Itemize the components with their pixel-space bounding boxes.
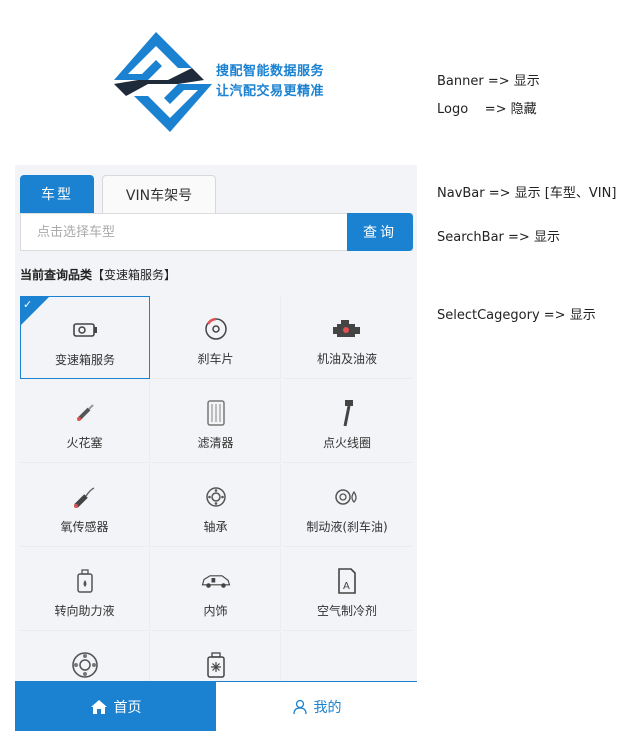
bearing-icon (201, 482, 231, 512)
car-interior-icon (201, 566, 231, 596)
wheel-bearing-icon (70, 650, 100, 680)
current-category-label: 当前查询品类 (20, 268, 93, 282)
home-icon (90, 700, 107, 714)
category-label: 内饰 (203, 604, 228, 618)
note-searchbar: SearchBar => 显示 (437, 230, 560, 245)
category-label: 转向助力液 (54, 604, 115, 618)
category-interior[interactable]: 内饰 (151, 548, 281, 631)
brake-fluid-icon (332, 482, 362, 512)
note-navbar: NavBar => 显示 [车型、VIN] (437, 186, 617, 201)
current-category-value: 【变速箱服务】 (92, 268, 177, 282)
category-label: 火花塞 (66, 436, 103, 450)
brake-disc-icon (201, 314, 231, 344)
category-label: 空气制冷剂 (316, 604, 377, 618)
nav-home[interactable]: 首页 (15, 682, 216, 731)
slogan-line-1: 搜配智能数据服务 (216, 64, 325, 79)
ignition-coil-icon (332, 398, 362, 428)
category-transmission[interactable]: ✓ 变速箱服务 (20, 296, 150, 379)
note-banner: Banner => 显示 (437, 74, 540, 89)
nav-mine-label: 我的 (313, 700, 342, 716)
category-brake-fluid[interactable]: 制动液(刹车油) (282, 464, 412, 547)
category-oxygen-sensor[interactable]: 氧传感器 (20, 464, 150, 547)
search-input[interactable] (21, 214, 347, 250)
note-selectcategory: SelectCagegory => 显示 (437, 308, 596, 323)
steering-fluid-icon (70, 566, 100, 596)
slogan: 搜配智能数据服务 让汽配交易更精准 (216, 62, 324, 102)
tab-vin[interactable]: VIN车架号 (102, 175, 216, 213)
category-label: 轴承 (203, 520, 228, 534)
refrigerant-icon: A (332, 566, 362, 596)
category-label: 制动液(刹车油) (306, 520, 388, 534)
bottom-nav: 首页 我的 (15, 681, 417, 731)
category-label: 变速箱服务 (54, 353, 115, 367)
category-engine-oil[interactable]: 机油及油液 (282, 296, 412, 379)
note-logo: Logo => 隐藏 (437, 102, 537, 117)
nav-home-label: 首页 (113, 700, 142, 716)
mobile-preview: 车型 VIN车架号 查询 当前查询品类【变速箱服务】 ✓ 变速箱服务 刹车片 (15, 165, 417, 731)
category-label: 刹车片 (197, 352, 234, 366)
category-brake-pads[interactable]: 刹车片 (151, 296, 281, 379)
stylized-s-logo-icon (114, 32, 212, 132)
user-icon (292, 699, 307, 715)
current-category: 当前查询品类【变速箱服务】 (20, 266, 176, 283)
category-bearing[interactable]: 轴承 (151, 464, 281, 547)
tab-car-model[interactable]: 车型 (20, 175, 94, 213)
nav-mine[interactable]: 我的 (216, 682, 417, 731)
category-refrigerant[interactable]: A 空气制冷剂 (282, 548, 412, 631)
category-filter[interactable]: 滤清器 (151, 380, 281, 463)
category-steering-fluid[interactable]: 转向助力液 (20, 548, 150, 631)
search-bar: 查询 (20, 213, 413, 251)
spark-plug-icon (70, 398, 100, 428)
category-label: 氧传感器 (60, 520, 109, 534)
oxygen-sensor-icon (70, 482, 100, 512)
filter-icon (201, 398, 231, 428)
category-label: 滤清器 (197, 436, 234, 450)
category-label: 机油及油液 (316, 352, 377, 366)
search-button[interactable]: 查询 (347, 213, 413, 251)
transmission-icon (70, 315, 100, 345)
category-spark-plug[interactable]: 火花塞 (20, 380, 150, 463)
slogan-line-2: 让汽配交易更精准 (216, 84, 325, 99)
check-icon: ✓ (23, 298, 33, 311)
coolant-icon (201, 650, 231, 680)
engine-oil-icon (332, 314, 362, 344)
category-ignition-coil[interactable]: 点火线圈 (282, 380, 412, 463)
category-label: 点火线圈 (322, 436, 371, 450)
svg-text:A: A (343, 581, 350, 592)
